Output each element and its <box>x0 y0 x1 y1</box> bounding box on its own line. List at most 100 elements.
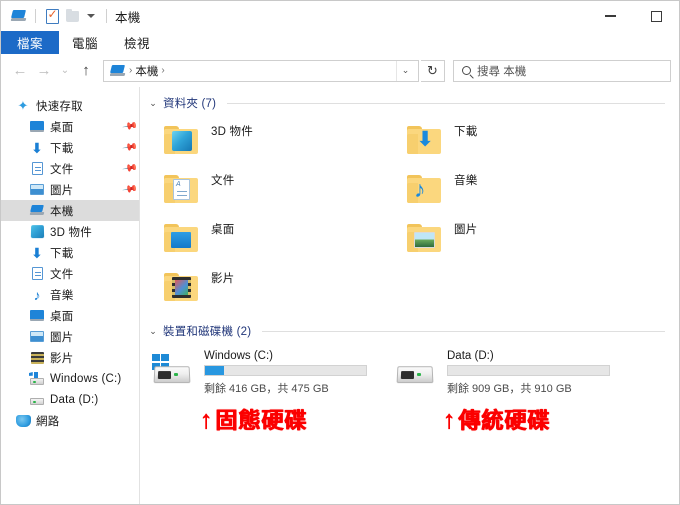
music-icon: ♪ <box>33 286 41 303</box>
sidebar-item-downloads[interactable]: ⬇ 下載 <box>1 242 139 263</box>
address-dropdown-icon[interactable]: ⌄ <box>396 60 414 81</box>
3d-objects-icon <box>29 224 45 240</box>
folder-item-desktop[interactable]: 桌面 <box>158 215 401 264</box>
toolbar-divider <box>35 9 36 23</box>
pin-icon[interactable]: 📌 <box>121 139 138 155</box>
chevron-down-icon[interactable]: ⌄ <box>148 98 158 108</box>
sidebar-label: 音樂 <box>50 289 74 302</box>
address-bar: ← → ⌄ ↑ › 本機 › ⌄ ↻ 搜尋 本機 <box>1 55 679 87</box>
folder-item-downloads[interactable]: ⬇ 下載 <box>401 117 644 166</box>
up-arrow-icon[interactable]: ↑ <box>75 60 97 82</box>
annotation-hdd: ↑ 傳統硬碟 <box>391 406 634 434</box>
network-icon <box>15 413 31 429</box>
sidebar-item-documents[interactable]: 文件 <box>1 263 139 284</box>
drive-info: Windows (C:) 剩餘 416 GB，共 475 GB <box>204 349 389 396</box>
drive-usage-bar <box>447 365 610 376</box>
pin-icon[interactable]: 📌 <box>121 118 138 134</box>
chevron-down-icon[interactable]: ⌄ <box>148 326 158 336</box>
breadcrumb-separator-0: › <box>129 65 133 76</box>
sidebar-item-desktop[interactable]: 桌面 <box>1 305 139 326</box>
breadcrumb[interactable]: › 本機 › <box>110 63 396 79</box>
drive-usage-fill <box>205 366 225 375</box>
pictures-icon <box>29 182 45 198</box>
new-folder-icon[interactable] <box>62 6 82 26</box>
desktop-icon <box>29 308 45 324</box>
sidebar-item-data-d[interactable]: Data (D:) <box>1 389 139 410</box>
folder-3d-objects-icon <box>160 120 202 162</box>
drives-section-header[interactable]: ⌄ 裝置和磁碟機 (2) <box>140 321 679 341</box>
sidebar-item-this-pc[interactable]: 本機 <box>1 200 139 221</box>
sidebar-item-network[interactable]: 網路 <box>1 410 139 431</box>
folder-item-videos[interactable]: 影片 <box>158 264 401 313</box>
this-pc-icon[interactable] <box>9 6 29 26</box>
content-pane: ⌄ 資料夾 (7) 3D 物件 ⬇ 下載 A 文件 ♪ 音樂 桌面 圖片 影片 … <box>140 87 679 504</box>
sidebar-item-3d-objects[interactable]: 3D 物件 <box>1 221 139 242</box>
back-arrow-icon[interactable]: ← <box>9 60 31 82</box>
pin-icon[interactable]: 📌 <box>121 160 138 176</box>
folders-section-title: 資料夾 (7) <box>163 98 217 110</box>
folder-item-documents[interactable]: 文件 <box>158 166 401 215</box>
drive-item-data-d[interactable]: Data (D:) 剩餘 909 GB，共 910 GB <box>391 347 634 398</box>
sidebar-item-windows-c[interactable]: Windows (C:) <box>1 368 139 389</box>
sidebar-item-music[interactable]: ♪ 音樂 <box>1 284 139 305</box>
explorer-body: ✦ 快速存取 桌面 📌 ⬇ 下載 📌 文件 📌 圖片 📌 本機 3D 物件 ⬇ … <box>1 87 679 504</box>
windows-drive-icon <box>29 371 45 387</box>
folder-label: 圖片 <box>454 224 478 236</box>
drive-capacity-text: 剩餘 909 GB，共 910 GB <box>447 383 572 395</box>
drive-capacity-text: 剩餘 416 GB，共 475 GB <box>204 383 329 395</box>
sidebar-label: 桌面 <box>50 310 74 323</box>
file-explorer-window: 本機 檔案 電腦 檢視 ← → ⌄ ↑ › 本機 › <box>0 0 680 505</box>
sidebar-label: Windows (C:) <box>50 372 122 385</box>
sidebar-group-quick-access[interactable]: ✦ 快速存取 <box>1 95 139 116</box>
folder-label: 音樂 <box>454 175 478 187</box>
folder-label: 文件 <box>211 175 235 187</box>
properties-icon[interactable] <box>42 6 62 26</box>
tab-file[interactable]: 檔案 <box>1 31 60 54</box>
title-bar: 本機 <box>1 1 679 31</box>
breadcrumb-separator-1[interactable]: › <box>161 65 164 76</box>
pin-icon[interactable]: 📌 <box>121 181 138 197</box>
sidebar-label: 下載 <box>50 247 74 260</box>
maximize-button[interactable] <box>633 1 679 31</box>
folder-item-music[interactable]: ♪ 音樂 <box>401 166 644 215</box>
annotation-label: 固態硬碟 <box>215 407 308 433</box>
sidebar-label: 快速存取 <box>36 100 83 113</box>
search-input[interactable]: 搜尋 本機 <box>453 59 671 82</box>
drive-icon <box>29 392 45 408</box>
sidebar-item-desktop-qa[interactable]: 桌面 📌 <box>1 116 139 137</box>
recent-locations-icon[interactable]: ⌄ <box>57 60 73 82</box>
minimize-button[interactable] <box>587 1 633 31</box>
folder-item-3d-objects[interactable]: 3D 物件 <box>158 117 401 166</box>
refresh-button[interactable]: ↻ <box>421 59 445 82</box>
breadcrumb-item-this-pc[interactable]: 本機 <box>135 63 158 79</box>
sidebar-item-videos[interactable]: 影片 <box>1 347 139 368</box>
drive-item-windows-c[interactable]: Windows (C:) 剩餘 416 GB，共 475 GB <box>148 347 391 398</box>
document-icon <box>29 266 45 282</box>
maximize-icon <box>650 10 662 22</box>
tab-view[interactable]: 檢視 <box>111 31 163 54</box>
sidebar-item-pictures-qa[interactable]: 圖片 📌 <box>1 179 139 200</box>
sidebar-item-documents-qa[interactable]: 文件 📌 <box>1 158 139 179</box>
pictures-icon <box>29 329 45 345</box>
tab-computer[interactable]: 電腦 <box>59 31 111 54</box>
folder-label: 3D 物件 <box>211 126 253 138</box>
folders-section-header[interactable]: ⌄ 資料夾 (7) <box>140 93 679 113</box>
drive-icon <box>393 349 439 391</box>
section-divider <box>227 102 665 104</box>
up-arrow-annotation-icon: ↑ <box>443 406 456 434</box>
sidebar-item-downloads-qa[interactable]: ⬇ 下載 📌 <box>1 137 139 158</box>
forward-arrow-icon[interactable]: → <box>33 60 55 82</box>
sidebar-item-pictures[interactable]: 圖片 <box>1 326 139 347</box>
sidebar-label: 圖片 <box>50 331 74 344</box>
folder-label: 影片 <box>211 273 235 285</box>
navigation-pane: ✦ 快速存取 桌面 📌 ⬇ 下載 📌 文件 📌 圖片 📌 本機 3D 物件 ⬇ … <box>1 87 140 504</box>
folder-videos-icon <box>160 267 202 309</box>
address-field[interactable]: › 本機 › ⌄ <box>103 59 419 82</box>
window-title: 本機 <box>115 10 141 25</box>
search-icon <box>462 66 471 75</box>
minimize-icon <box>604 15 616 17</box>
sidebar-label: 桌面 <box>50 121 74 134</box>
folder-item-pictures[interactable]: 圖片 <box>401 215 644 264</box>
chevron-down-icon[interactable] <box>82 14 100 18</box>
sidebar-label: 文件 <box>50 268 74 281</box>
